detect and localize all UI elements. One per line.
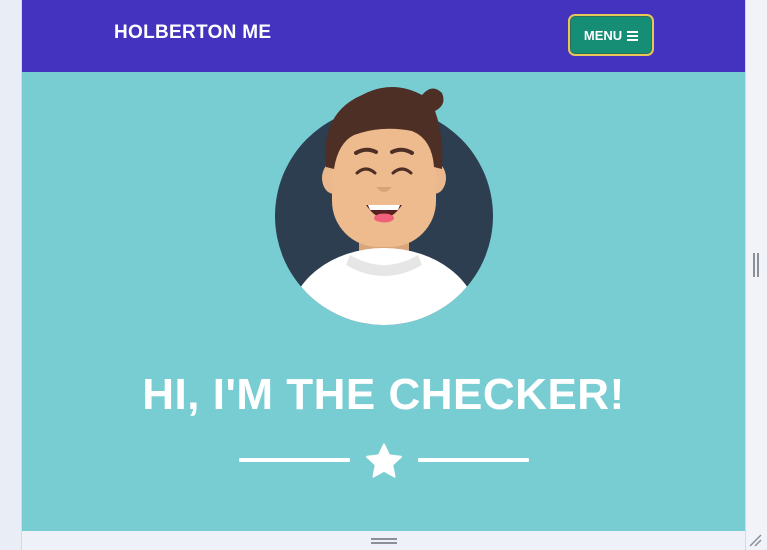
- navbar: HOLBERTON ME MENU: [22, 0, 745, 72]
- brand-title[interactable]: HOLBERTON ME: [114, 22, 271, 44]
- page-viewport: HOLBERTON ME MENU HI, I'M THE CHECKER!: [22, 0, 745, 531]
- divider-line-left: [239, 458, 350, 462]
- avatar-tongue: [374, 213, 394, 223]
- hero-title: HI, I'M THE CHECKER!: [142, 370, 625, 419]
- divider-line-right: [418, 458, 529, 462]
- menu-button-label: MENU: [583, 27, 623, 43]
- star-icon: [366, 443, 402, 478]
- hamburger-icon: [627, 30, 639, 41]
- window-left-border: [0, 0, 22, 550]
- avatar: [275, 87, 493, 325]
- menu-button[interactable]: MENU: [568, 14, 654, 56]
- corner-resize-icon[interactable]: [748, 533, 762, 547]
- vertical-resize-handle[interactable]: [753, 253, 759, 277]
- horizontal-resize-handle[interactable]: [371, 538, 397, 544]
- avatar-teeth: [368, 205, 400, 210]
